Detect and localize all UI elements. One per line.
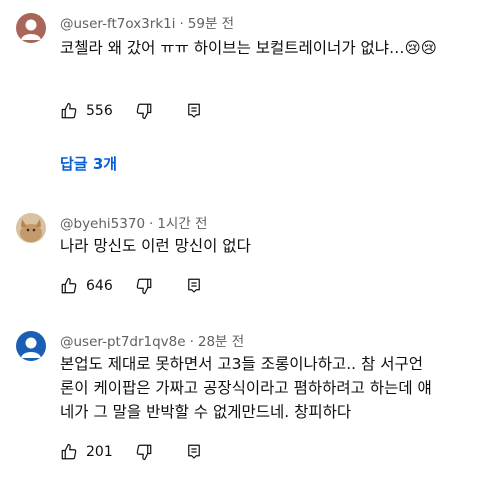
comment-actions: 646 bbox=[60, 274, 203, 298]
avatar-user-icon bbox=[16, 13, 46, 43]
comment-text: 코첼라 왜 갔어 ㅠㅠ 하이브는 보컬트레이너가 없냐…😢😢 bbox=[60, 39, 437, 57]
dislike-button[interactable] bbox=[135, 277, 153, 295]
avatar-photo-icon bbox=[16, 213, 46, 243]
comment-actions: 556 bbox=[60, 99, 203, 123]
like-button[interactable]: 201 bbox=[60, 443, 113, 461]
dislike-button[interactable] bbox=[135, 443, 153, 461]
like-button[interactable]: 556 bbox=[60, 102, 113, 120]
thumbs-down-icon bbox=[136, 278, 152, 295]
thumbs-up-icon bbox=[61, 102, 77, 119]
like-count: 646 bbox=[86, 278, 113, 294]
reply-icon bbox=[187, 444, 200, 459]
reply-icon bbox=[187, 103, 200, 118]
reply-button[interactable] bbox=[185, 443, 203, 461]
comment-meta: @user-pt7dr1qv8e · 28분 전 bbox=[60, 330, 244, 350]
like-button[interactable]: 646 bbox=[60, 277, 113, 295]
comment-text: 본업도 제대로 못하면서 고3들 조롱이나하고.. 참 서구언 론이 케이팝은 … bbox=[60, 352, 480, 424]
comment-text-line: 론이 케이팝은 가짜고 공장식이라고 폄하하려고 하는데 얘 bbox=[60, 379, 432, 397]
like-count: 556 bbox=[86, 103, 113, 119]
comment-text: 나라 망신도 이런 망신이 없다 bbox=[60, 237, 251, 255]
meta-separator: · bbox=[189, 334, 194, 350]
avatar[interactable] bbox=[16, 331, 46, 361]
reply-button[interactable] bbox=[185, 277, 203, 295]
comment-author[interactable]: @byehi5370 bbox=[60, 216, 145, 232]
comment-author[interactable]: @user-ft7ox3rk1i bbox=[60, 16, 175, 32]
dislike-button[interactable] bbox=[135, 102, 153, 120]
comment-text-line: 네가 그 말을 반박할 수 없게만드네. 창피하다 bbox=[60, 403, 352, 421]
thumbs-up-icon bbox=[61, 443, 77, 460]
comment-actions: 201 bbox=[60, 440, 203, 464]
comment-time[interactable]: 59분 전 bbox=[188, 16, 234, 32]
like-count: 201 bbox=[86, 444, 113, 460]
comment-time[interactable]: 1시간 전 bbox=[157, 216, 207, 232]
avatar[interactable] bbox=[16, 213, 46, 243]
view-replies-button[interactable]: 답글 3개 bbox=[60, 153, 117, 174]
thumbs-down-icon bbox=[136, 103, 152, 120]
avatar[interactable] bbox=[16, 13, 46, 43]
comment-meta: @byehi5370 · 1시간 전 bbox=[60, 212, 207, 232]
meta-separator: · bbox=[149, 216, 154, 232]
reply-icon bbox=[187, 278, 200, 293]
comment-text-line: 본업도 제대로 못하면서 고3들 조롱이나하고.. 참 서구언 bbox=[60, 355, 423, 373]
thumbs-down-icon bbox=[136, 444, 152, 461]
reply-button[interactable] bbox=[185, 102, 203, 120]
avatar-user-icon bbox=[16, 331, 46, 361]
meta-separator: · bbox=[179, 16, 184, 32]
thumbs-up-icon bbox=[61, 277, 77, 294]
comment-meta: @user-ft7ox3rk1i · 59분 전 bbox=[60, 12, 234, 32]
comment-time[interactable]: 28분 전 bbox=[198, 334, 244, 350]
comment-author[interactable]: @user-pt7dr1qv8e bbox=[60, 334, 186, 350]
